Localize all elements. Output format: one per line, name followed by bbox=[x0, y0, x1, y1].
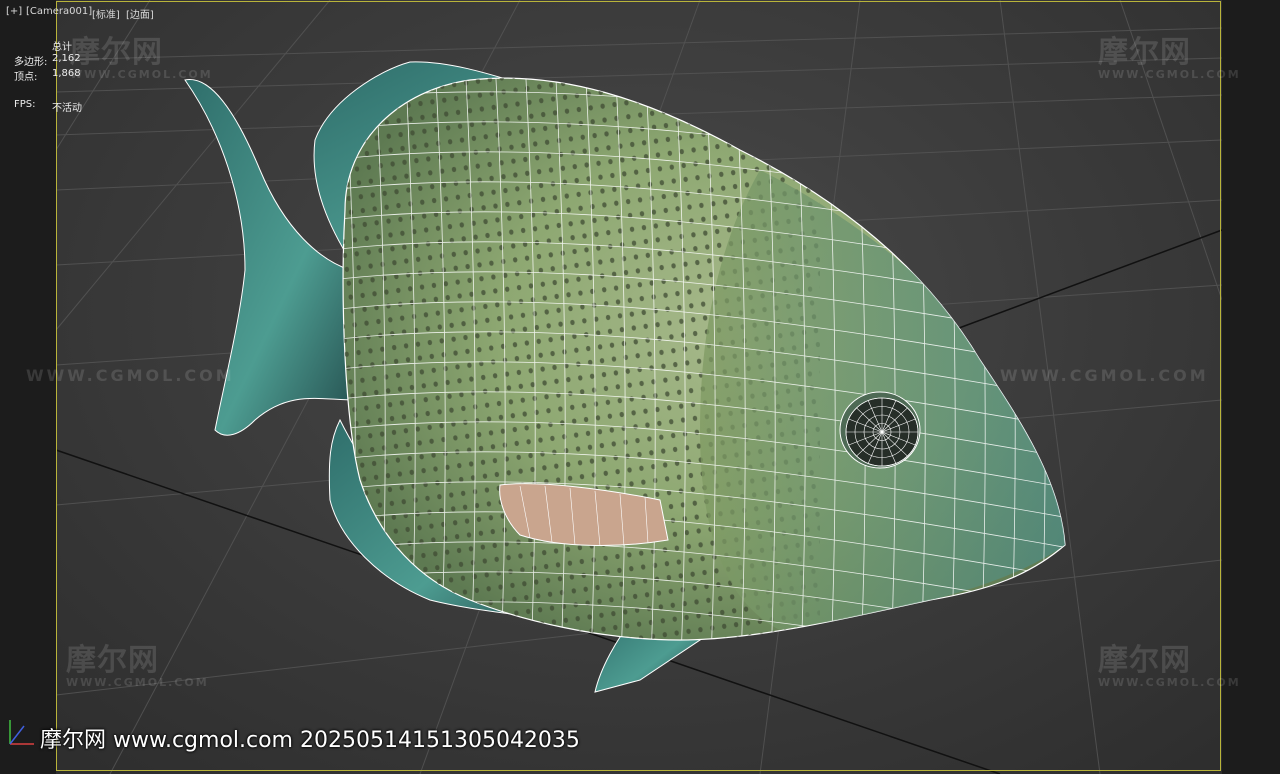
stats-total-label: 总计 bbox=[52, 42, 72, 53]
watermark-top-right: 摩尔网 WWW.CGMOL.COM bbox=[1098, 35, 1241, 82]
watermark-bottom-right: 摩尔网 WWW.CGMOL.COM bbox=[1098, 643, 1241, 690]
viewport-shading-button[interactable]: [标准] bbox=[92, 6, 120, 21]
viewport-edges-button[interactable]: [边面] bbox=[126, 6, 154, 21]
left-panel bbox=[0, 0, 56, 774]
viewport-camera-button[interactable]: [Camera001] bbox=[26, 6, 92, 17]
watermark-bottom-left: 摩尔网 WWW.CGMOL.COM bbox=[66, 643, 209, 690]
stats-fps-label: FPS: bbox=[14, 99, 36, 110]
axis-gizmo-icon bbox=[9, 720, 34, 745]
footer-watermark-text: 摩尔网 www.cgmol.com 20250514151305042035 bbox=[40, 728, 580, 753]
viewport-menu-button[interactable]: [+] bbox=[6, 6, 22, 17]
watermark-top-left: 摩尔网 WWW.CGMOL.COM bbox=[70, 35, 213, 82]
watermark-line-right: WWW.CGMOL.COM bbox=[1000, 366, 1209, 385]
stats-polys-label: 多边形: bbox=[14, 57, 48, 68]
stats-verts-label: 顶点: bbox=[14, 72, 38, 83]
watermark-line-left: WWW.CGMOL.COM bbox=[26, 366, 235, 385]
stats-fps-value: 不活动 bbox=[52, 103, 82, 114]
viewport-camera001[interactable]: [+] [Camera001] [标准] [边面] 总计 多边形: 2,162 … bbox=[0, 0, 1280, 774]
